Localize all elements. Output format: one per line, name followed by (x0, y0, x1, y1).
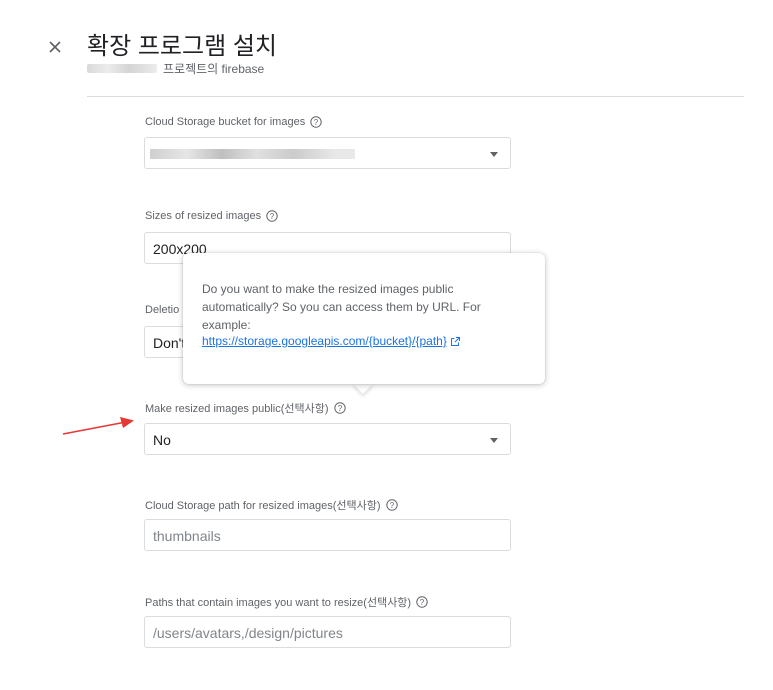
svg-text:?: ? (420, 598, 425, 607)
dropdown-arrow-icon (490, 152, 498, 157)
public-select[interactable]: No (144, 423, 511, 455)
close-icon[interactable] (42, 34, 68, 60)
include-paths-label: Paths that contain images you want to re… (145, 594, 428, 610)
help-icon[interactable]: ? (416, 596, 428, 608)
dropdown-arrow-icon (490, 438, 498, 443)
tooltip-link[interactable]: https://storage.googleapis.com/{bucket}/… (202, 334, 447, 348)
bucket-label: Cloud Storage bucket for images ? (145, 116, 322, 128)
bucket-select[interactable] (144, 137, 511, 169)
help-icon[interactable]: ? (385, 499, 398, 511)
help-icon[interactable]: ? (310, 116, 322, 128)
help-tooltip: Do you want to make the resized images p… (183, 253, 545, 384)
tooltip-text: Do you want to make the resized images p… (202, 282, 481, 332)
redacted-bucket-value (150, 149, 355, 159)
subtitle-text: 프로젝트의 firebase (163, 62, 265, 76)
sizes-label: Sizes of resized images ? (145, 210, 278, 222)
svg-text:?: ? (337, 404, 342, 413)
redacted-project-name (87, 64, 157, 73)
tooltip-caret-cover (348, 372, 378, 382)
public-label: Make resized images public(선택사항) ? (145, 400, 346, 416)
header-divider (87, 96, 744, 97)
help-icon[interactable]: ? (266, 210, 278, 222)
external-link-icon (450, 336, 460, 346)
resized-path-input[interactable]: thumbnails (144, 519, 511, 551)
include-paths-input[interactable]: /users/avatars,/design/pictures (144, 616, 511, 648)
annotation-arrow-icon (62, 417, 134, 435)
help-icon[interactable]: ? (333, 402, 346, 414)
page-title: 확장 프로그램 설치 (87, 33, 277, 60)
svg-text:?: ? (270, 212, 275, 221)
deletion-label: Deletio (145, 304, 180, 316)
project-subtitle: 프로젝트의 firebase (87, 60, 264, 77)
svg-text:?: ? (389, 501, 394, 510)
path-label: Cloud Storage path for resized images(선택… (145, 497, 398, 513)
svg-text:?: ? (314, 118, 319, 127)
